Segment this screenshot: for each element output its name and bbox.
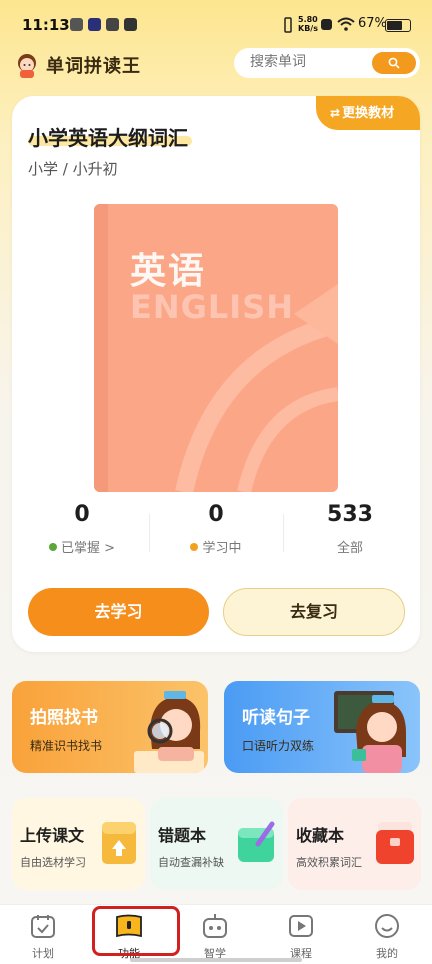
favorites-book-subtitle: 高效积累词汇 [296, 856, 362, 869]
home-indicator [130, 958, 302, 962]
notebook-pen-icon [238, 821, 275, 862]
learning-count: 0 [208, 502, 224, 527]
upload-text-title: 上传课文 [20, 826, 85, 845]
smile-icon [375, 914, 399, 938]
textbook-title: 小学英语大纲词汇 [28, 126, 188, 150]
favorites-book-card[interactable]: 收藏本 高效积累词汇 [288, 798, 421, 890]
read-sentence-title: 听读句子 [242, 708, 310, 728]
change-textbook-label: 更换教材 [342, 106, 395, 121]
girl-blackboard-illustration [334, 691, 406, 773]
total-count: 533 [327, 502, 373, 527]
tab-smart-study[interactable]: 智学 [172, 905, 258, 964]
battery-percent: 67% [358, 16, 387, 31]
textbook-card: ⇄ 更换教材 小学英语大纲词汇 小学 / 小升初 英语 ENGLISH 0 已掌握… [12, 96, 420, 652]
read-sentence-subtitle: 口语听力双练 [242, 739, 315, 753]
notification-icon [70, 18, 83, 31]
calendar-icon [31, 915, 55, 938]
stat-learning: 0 学习中 [150, 502, 282, 556]
status-time: 11:13 [22, 16, 70, 34]
upload-box-icon [102, 822, 136, 864]
mail-notification-icon [124, 18, 137, 31]
change-textbook-button[interactable]: ⇄ 更换教材 [316, 96, 420, 130]
search-input[interactable] [250, 54, 360, 70]
stat-total: 533 全部 [284, 502, 416, 556]
textbook-cover[interactable]: 英语 ENGLISH [94, 204, 338, 492]
cover-spine [94, 204, 108, 492]
cover-title-cn: 英语 [130, 251, 207, 292]
search-bar[interactable] [234, 48, 420, 78]
start-learning-button[interactable]: 去学习 [28, 588, 209, 636]
favorites-box-icon [376, 822, 414, 864]
app-notification-icon [88, 18, 101, 31]
highlight-annotation [92, 906, 180, 956]
mastered-count: 0 [74, 502, 90, 527]
cover-title-en: ENGLISH [130, 288, 295, 326]
search-icon [388, 57, 400, 69]
total-label: 全部 [336, 541, 363, 556]
girl-magnifier-illustration [134, 691, 204, 773]
search-button[interactable] [372, 52, 416, 74]
bottom-tab-bar: 计划 功能 智学 课程 我的 [0, 904, 432, 964]
robot-icon [203, 914, 227, 938]
mistake-book-card[interactable]: 错题本 自动查漏补缺 [150, 798, 283, 890]
battery-icon [385, 19, 411, 32]
upload-text-subtitle: 自由选材学习 [20, 856, 86, 869]
app-title: 单词拼读王 [46, 56, 141, 77]
stat-mastered[interactable]: 0 已掌握 > [16, 502, 148, 556]
textbook-grade: 小学 / 小升初 [28, 160, 118, 178]
tab-courses[interactable]: 课程 [258, 905, 344, 964]
photo-find-book-subtitle: 精准识书找书 [30, 739, 103, 753]
sim-icon [321, 19, 332, 30]
swap-icon: ⇄ [330, 106, 341, 120]
mastered-label: 已掌握 > [60, 541, 116, 556]
start-review-button[interactable]: 去复习 [223, 588, 405, 636]
status-bar: 11:13 5.80 KB/s 67% [0, 0, 432, 50]
learning-dot [190, 543, 199, 551]
net-speed: 5.80 KB/s [298, 15, 318, 33]
mastered-dot [48, 543, 57, 551]
photo-find-book-card[interactable]: 拍照找书 精准识书找书 [12, 681, 208, 773]
mistake-book-title: 错题本 [158, 826, 207, 845]
app-notification-icon [106, 18, 119, 31]
tab-plan[interactable]: 计划 [0, 905, 86, 964]
tab-profile[interactable]: 我的 [344, 905, 430, 964]
photo-find-book-title: 拍照找书 [30, 708, 98, 728]
learning-label: 学习中 [202, 541, 242, 556]
read-sentence-card[interactable]: 听读句子 口语听力双练 [224, 681, 420, 773]
favorites-book-title: 收藏本 [296, 826, 345, 845]
tab-plan-label: 计划 [32, 947, 54, 960]
vibrate-icon [284, 17, 292, 33]
app-logo-icon [18, 54, 36, 78]
tab-profile-label: 我的 [376, 947, 398, 960]
play-icon [289, 915, 313, 937]
mistake-book-subtitle: 自动查漏补缺 [158, 856, 224, 869]
upload-text-card[interactable]: 上传课文 自由选材学习 [12, 798, 145, 890]
wifi-icon [337, 17, 355, 31]
